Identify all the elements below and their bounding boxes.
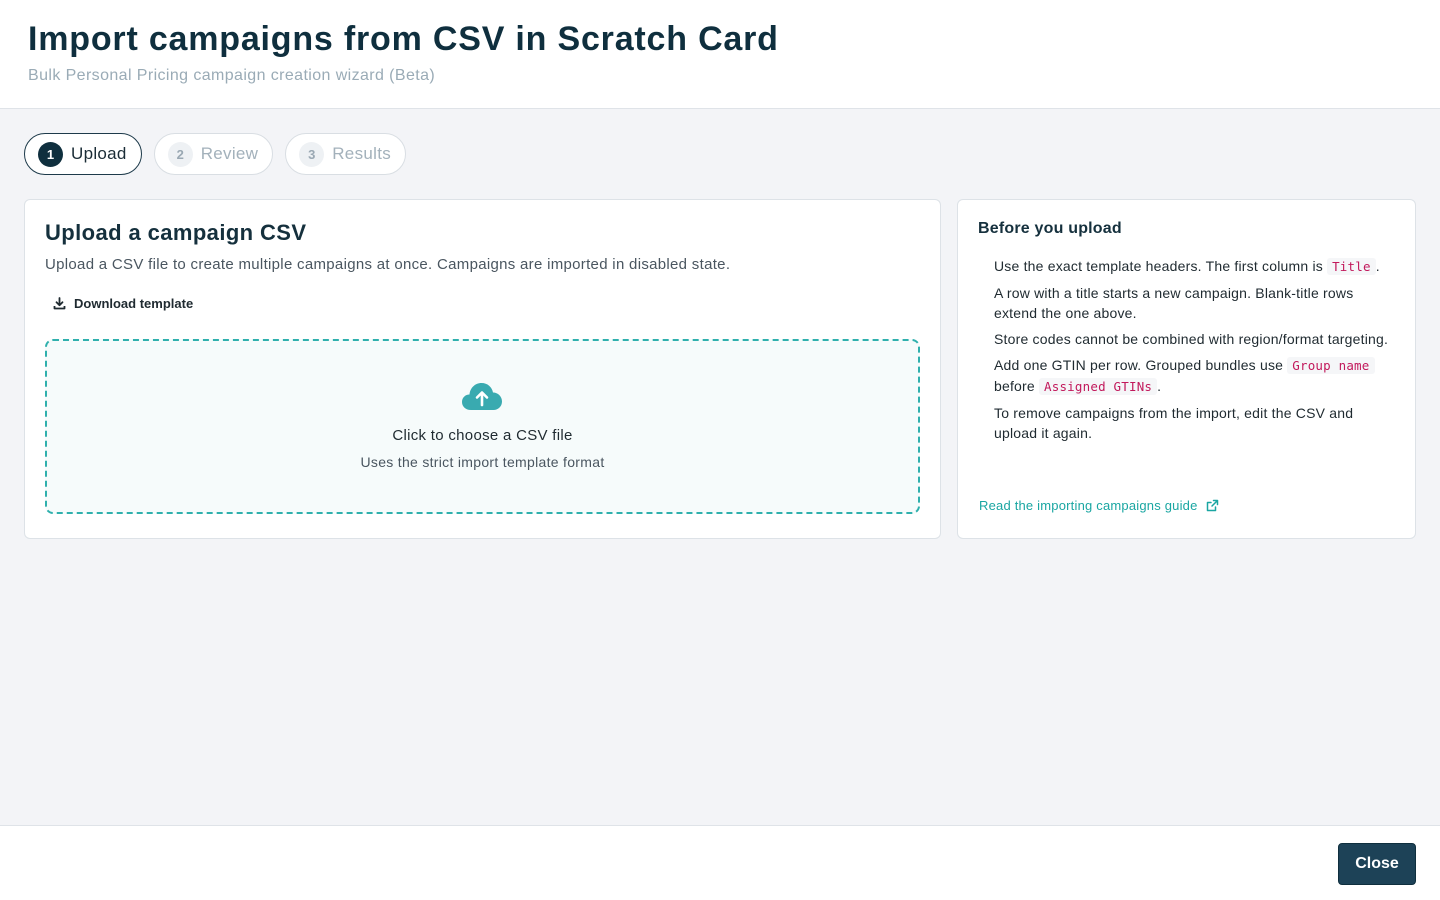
- csv-dropzone[interactable]: Click to choose a CSV file Uses the stri…: [45, 339, 920, 514]
- tip-text: Use the exact template headers. The firs…: [994, 258, 1323, 274]
- close-button[interactable]: Close: [1338, 843, 1416, 885]
- importing-guide-link[interactable]: Read the importing campaigns guide: [979, 498, 1219, 513]
- code-snippet: Title: [1327, 258, 1376, 275]
- list-item: Use the exact template headers. The firs…: [994, 258, 1380, 275]
- list-item: Add one GTIN per row. Grouped bundles us…: [994, 355, 1398, 397]
- download-template-label: Download template: [74, 295, 194, 311]
- download-template-button[interactable]: Download template: [45, 290, 201, 316]
- step-label: Results: [332, 144, 392, 163]
- upload-title: Upload a campaign CSV: [45, 220, 307, 245]
- list-item: To remove campaigns from the import, edi…: [994, 405, 1354, 441]
- guide-link-label: Read the importing campaigns guide: [979, 498, 1198, 513]
- instructions-title: Before you upload: [978, 220, 1122, 237]
- step-number: 1: [38, 141, 63, 167]
- code-snippet: Assigned GTINs: [1039, 378, 1158, 395]
- step-label: Upload: [71, 144, 127, 163]
- page-footer: Close: [0, 825, 1440, 900]
- wizard-steps: 1 Upload 2 Review 3 Results: [24, 133, 407, 175]
- tip-text: Add one GTIN per row. Grouped bundles us…: [994, 357, 1284, 373]
- page-header: Import campaigns from CSV in Scratch Car…: [0, 0, 1440, 109]
- external-link-icon: [1206, 499, 1218, 512]
- page-title: Import campaigns from CSV in Scratch Car…: [28, 20, 779, 58]
- instructions-list: Use the exact template headers. The firs…: [994, 256, 1398, 449]
- step-upload[interactable]: 1 Upload: [24, 133, 142, 175]
- page-subtitle: Bulk Personal Pricing campaign creation …: [28, 67, 436, 84]
- step-results[interactable]: 3 Results: [285, 133, 407, 175]
- code-snippet: Group name: [1287, 357, 1375, 374]
- cloud-upload-icon: [462, 383, 502, 410]
- upload-card: Upload a campaign CSV Upload a CSV file …: [24, 199, 941, 539]
- dropzone-title: Click to choose a CSV file: [392, 427, 573, 444]
- instructions-card: Before you upload Use the exact template…: [957, 199, 1416, 539]
- step-review[interactable]: 2 Review: [153, 133, 274, 175]
- step-number: 3: [299, 141, 325, 167]
- tip-text: before: [994, 378, 1035, 394]
- step-number: 2: [167, 141, 193, 167]
- list-item: A row with a title starts a new campaign…: [994, 285, 1354, 321]
- download-icon: [53, 296, 66, 309]
- list-item: Store codes cannot be combined with regi…: [994, 331, 1389, 347]
- upload-description: Upload a CSV file to create multiple cam…: [45, 256, 731, 273]
- step-label: Review: [200, 144, 259, 163]
- dropzone-subtitle: Uses the strict import template format: [360, 454, 605, 470]
